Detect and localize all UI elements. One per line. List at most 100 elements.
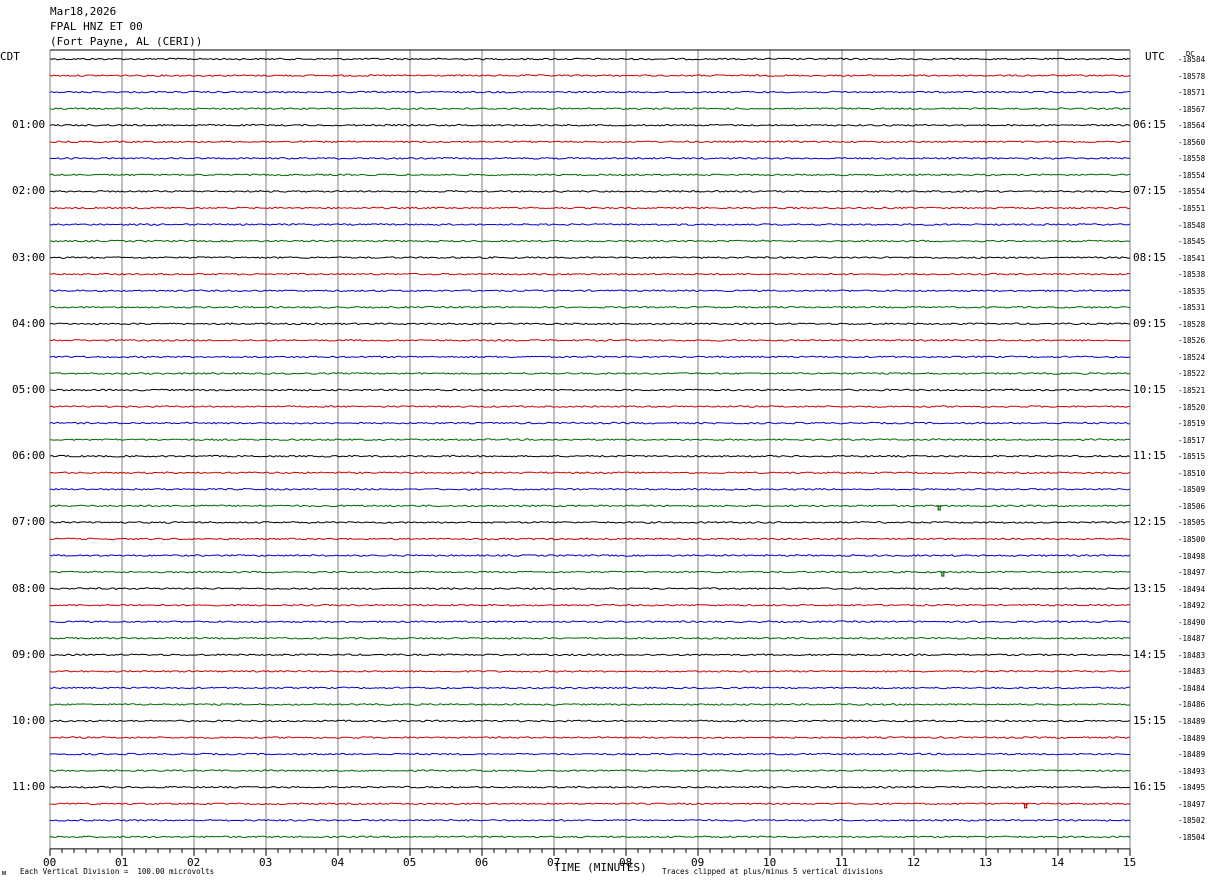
trace-line xyxy=(49,703,1131,706)
scale-note: Each Vertical Division = 100.00 microvol… xyxy=(20,867,215,876)
trace-line xyxy=(49,471,1131,475)
trace-line xyxy=(49,818,1131,822)
dc-offset-label: -18515 xyxy=(1178,452,1206,462)
utc-hour-label: 10:15 xyxy=(1133,383,1167,396)
x-tick-label: 04 xyxy=(331,855,345,869)
dc-offset-label: -18493 xyxy=(1178,766,1206,776)
trace-line xyxy=(49,587,1131,590)
trace-line xyxy=(49,835,1131,839)
utc-hour-label: 16:15 xyxy=(1133,780,1167,794)
x-tick-label: 15 xyxy=(1123,855,1137,869)
trace-line xyxy=(49,289,1131,293)
trace-line xyxy=(49,107,1131,110)
dc-offset-label: -18520 xyxy=(1178,402,1206,412)
trace-line xyxy=(49,305,1131,309)
trace-line xyxy=(49,570,1131,574)
cdt-hour-label: 08:00 xyxy=(12,581,46,595)
trace-line xyxy=(49,140,1131,144)
trace-line xyxy=(49,752,1131,756)
dc-offset-label: -18510 xyxy=(1178,468,1206,478)
dc-offset-label: -18498 xyxy=(1178,551,1206,561)
dc-offset-label: -18560 xyxy=(1178,137,1206,147)
trace-line xyxy=(49,90,1131,94)
dc-offset-label: -18489 xyxy=(1178,733,1206,743)
cdt-hour-label: 02:00 xyxy=(12,184,46,198)
x-tick-label: 06 xyxy=(475,855,489,869)
trace-line xyxy=(49,454,1131,458)
dc-offset-label: -18571 xyxy=(1178,88,1206,98)
cdt-hour-label: 09:00 xyxy=(12,647,46,661)
trace-line xyxy=(49,405,1131,408)
dc-offset-label: -18548 xyxy=(1178,220,1206,230)
dc-offset-label: -18492 xyxy=(1178,601,1206,611)
trace-line xyxy=(49,785,1131,789)
dc-offset-label: -18484 xyxy=(1178,683,1206,693)
trace-line xyxy=(49,338,1131,342)
trace-line xyxy=(50,272,1131,276)
dc-offset-label: -18497 xyxy=(1178,799,1206,809)
dc-offset-label: -18545 xyxy=(1178,237,1206,247)
trace-line xyxy=(49,223,1131,226)
trace-line xyxy=(49,653,1130,657)
dc-offset-label: -18497 xyxy=(1178,568,1206,578)
x-tick-label: 13 xyxy=(979,855,993,869)
trace-line xyxy=(49,487,1131,491)
dc-offset-label: -18524 xyxy=(1178,352,1206,362)
dc-offset-label: -18519 xyxy=(1178,419,1206,429)
dc-offset-label: -18487 xyxy=(1178,634,1206,644)
trace-line xyxy=(49,504,1131,508)
dc-offset-label: -18509 xyxy=(1178,485,1206,495)
dc-offset-label: -18500 xyxy=(1178,534,1206,544)
trace-line xyxy=(49,603,1131,607)
cdt-hour-label: 01:00 xyxy=(12,118,46,132)
cdt-hour-label: 06:00 xyxy=(12,449,46,463)
trace-line xyxy=(49,156,1131,160)
dc-offset-label: -18551 xyxy=(1178,203,1206,213)
utc-hour-label: 07:15 xyxy=(1133,184,1167,198)
trace-line xyxy=(49,74,1131,77)
trace-line xyxy=(49,736,1131,739)
cdt-hour-label: 04:00 xyxy=(12,316,46,330)
utc-hour-label: 06:15 xyxy=(1133,118,1167,132)
helicorder-plot xyxy=(49,49,1131,856)
trace-line xyxy=(49,521,1131,524)
dc-offset-label: -18526 xyxy=(1178,336,1206,346)
dc-offset-label: -18528 xyxy=(1178,319,1206,329)
dc-offset-label: -18483 xyxy=(1178,667,1206,677)
cdt-hour-label: 10:00 xyxy=(12,714,46,727)
trace-line xyxy=(49,206,1131,210)
x-tick-label: 05 xyxy=(403,855,417,869)
trace-line xyxy=(49,355,1131,359)
dc-offset-label: -18490 xyxy=(1178,617,1206,627)
footer-mark: ᴍ xyxy=(2,869,7,877)
utc-hour-label: 14:15 xyxy=(1133,647,1167,661)
x-tick-label: 14 xyxy=(1051,855,1065,869)
cdt-hour-label: 03:00 xyxy=(12,250,46,264)
event-spike xyxy=(939,571,946,577)
trace-line xyxy=(49,554,1131,557)
dc-offset-label: -18558 xyxy=(1178,154,1206,164)
dc-offset-label: -18502 xyxy=(1178,816,1206,826)
x-tick-label: 03 xyxy=(259,855,273,869)
dc-offset-label: -18554 xyxy=(1178,170,1206,180)
trace-line xyxy=(49,421,1131,425)
dc-offset-label: -18578 xyxy=(1178,71,1206,81)
dc-offset-label: -18531 xyxy=(1178,303,1206,313)
utc-hour-label: 11:15 xyxy=(1133,449,1167,463)
x-axis-title: TIME (MINUTES) xyxy=(554,861,647,874)
trace-line xyxy=(49,57,1131,61)
trace-line xyxy=(49,438,1131,442)
utc-hour-label: 09:15 xyxy=(1133,316,1167,330)
dc-offset-label: -18521 xyxy=(1178,386,1206,395)
trace-line xyxy=(49,636,1131,640)
trace-line xyxy=(49,256,1131,260)
clip-note: Traces clipped at plus/minus 5 vertical … xyxy=(662,867,884,876)
dc-offset-label: -18554 xyxy=(1178,187,1206,197)
dc-offset-label: -18483 xyxy=(1178,650,1206,660)
dc-offset-label: -18535 xyxy=(1178,286,1206,296)
trace-line xyxy=(49,686,1130,690)
cdt-hour-label: 05:00 xyxy=(12,383,46,396)
trace-line xyxy=(49,173,1131,177)
dc-offset-label: -18504 xyxy=(1178,832,1206,842)
dc-offset-label: -18541 xyxy=(1178,253,1206,263)
